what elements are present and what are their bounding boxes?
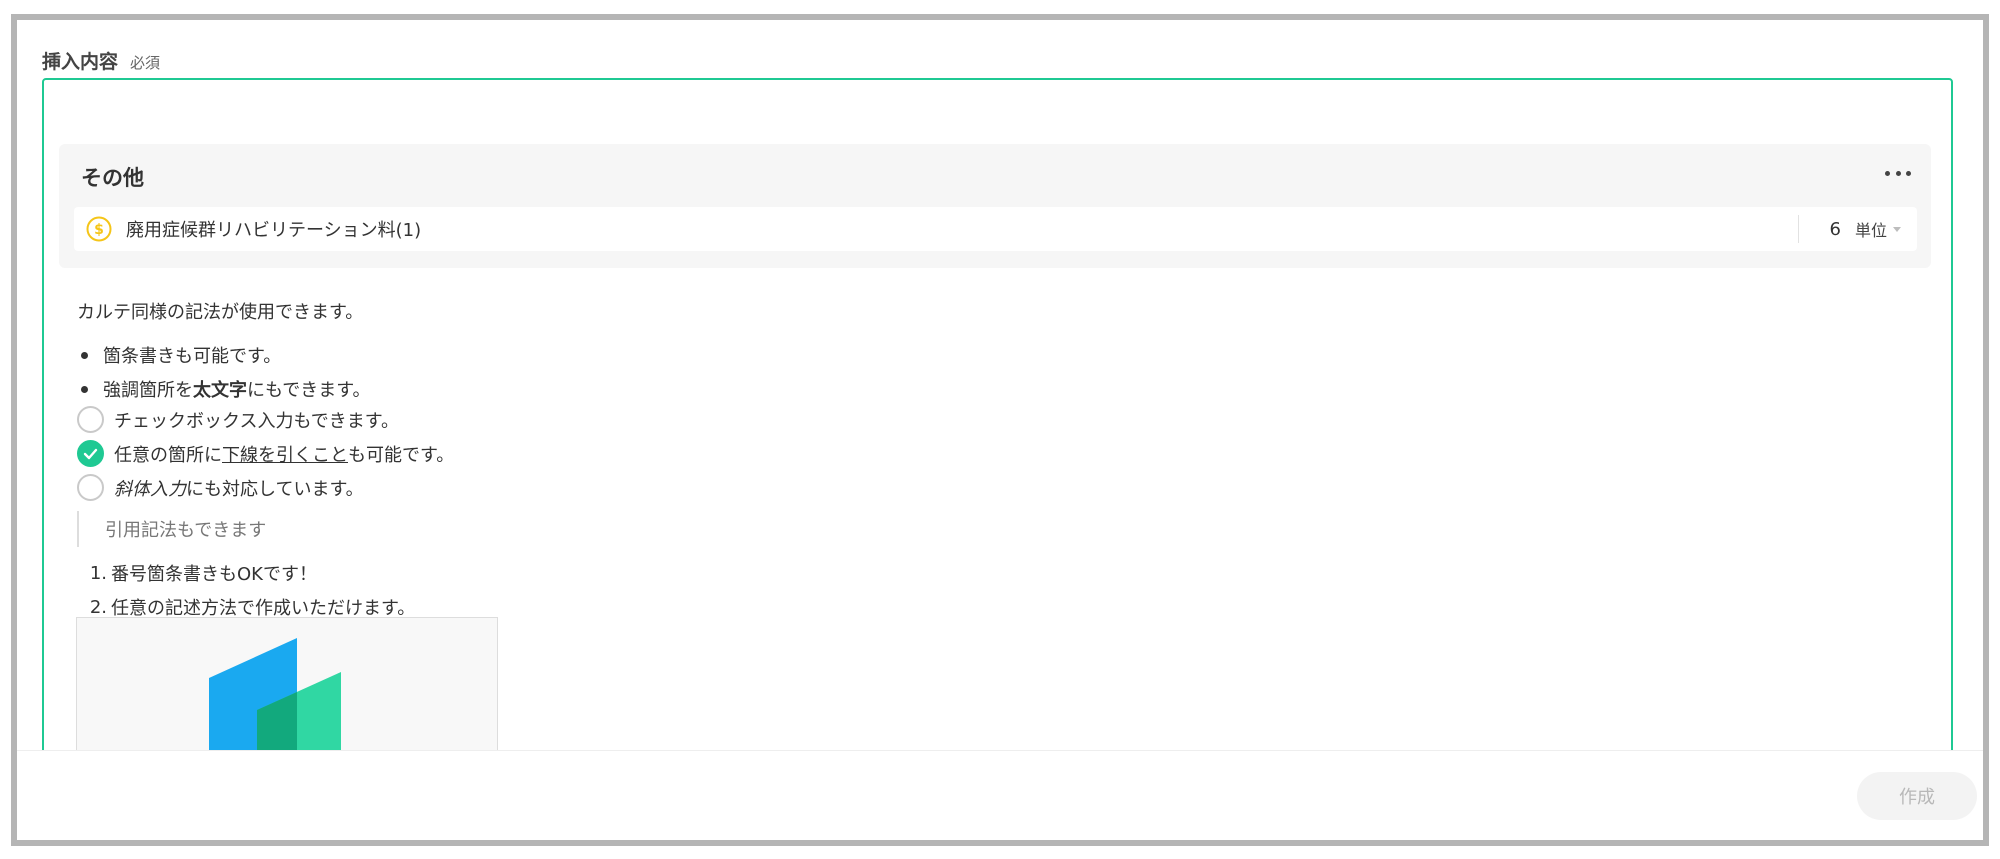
checkbox-unchecked-icon[interactable] [77,406,104,433]
ordered-item: 1. 番号箇条書きもOKです！ [77,560,317,586]
ordered-number: 1. [89,562,107,584]
ordered-number: 2. [89,596,107,618]
svg-text:$: $ [94,222,104,238]
dialog-footer: 作成 [17,750,1983,840]
coin-icon: $ [86,216,112,242]
blockquote: 引用記法もできます [77,511,266,547]
block-title: その他 [81,166,144,190]
checklist-text: チェックボックス入力もできます。 [114,410,399,432]
checkbox-unchecked-icon[interactable] [77,474,104,501]
template-block: その他 $ 廃用症候群リハビリテーション料(1) 6 単位 [59,144,1931,268]
underline-text: 下線を引くこと [222,444,348,466]
checklist-text-after: も可能です。 [348,444,455,466]
fee-quantity[interactable]: 6 [1817,219,1841,240]
checklist-item: チェックボックス入力もできます。 [77,406,399,433]
bullet-text-after: にもできます。 [247,380,371,401]
quote-text: 引用記法もできます [105,520,267,541]
checklist-item: 斜体入力 にも対応しています。 [77,474,364,501]
fee-item-row[interactable]: $ 廃用症候群リハビリテーション料(1) 6 単位 [74,207,1917,251]
bullet-text-before: 強調箇所を [103,380,193,401]
field-label: 挿入内容 必須 [42,47,160,74]
ordered-text: 番号箇条書きもOKです！ [111,564,317,585]
checkbox-checked-icon[interactable] [77,440,104,467]
intro-line: カルテ同様の記法が使用できます。 [77,298,363,324]
more-options-icon[interactable] [1885,166,1911,180]
create-button[interactable]: 作成 [1857,772,1977,820]
bullet-text: 箇条書きも可能です。 [103,346,282,367]
bullet-icon [81,385,88,393]
fee-quantity-group: 6 単位 [1797,215,1917,243]
content-editor[interactable]: その他 $ 廃用症候群リハビリテーション料(1) 6 単位 カルテ同様の記法が使… [42,78,1953,778]
bold-text: 太文字 [193,380,247,401]
bullet-icon [81,351,88,359]
required-badge: 必須 [130,54,161,72]
checklist-text-after: にも対応しています。 [186,478,364,500]
checklist-item: 任意の箇所に 下線を引くこと も可能です。 [77,440,454,467]
fee-name: 廃用症候群リハビリテーション料(1) [126,220,422,241]
field-title: 挿入内容 [42,51,119,73]
checklist-text-before: 任意の箇所に [114,444,222,466]
bullet-item: 強調箇所を 太文字 にもできます。 [77,376,370,402]
bullet-item: 箇条書きも可能です。 [77,342,281,368]
intro-text: カルテ同様の記法が使用できます。 [77,302,364,323]
chevron-down-icon [1893,226,1901,232]
unit-select[interactable]: 単位 [1855,217,1901,241]
dialog-frame: 挿入内容 必須 その他 $ 廃用症候群リハビリテーション料(1) 6 単位 カル… [11,14,1989,846]
italic-text: 斜体入力 [114,478,186,500]
unit-label: 単位 [1854,221,1887,240]
